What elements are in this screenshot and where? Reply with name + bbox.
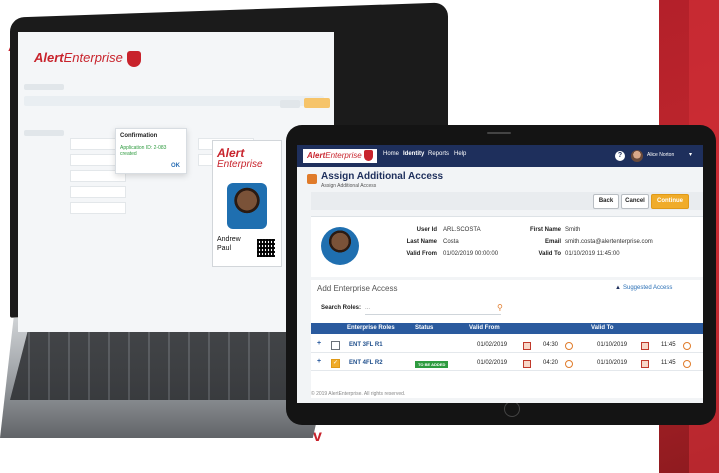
clock-icon[interactable] bbox=[565, 360, 573, 368]
calendar-icon[interactable] bbox=[641, 342, 649, 350]
email-value: smith.costa@alertenterprise.com bbox=[565, 239, 653, 245]
confirmation-dialog: Confirmation Application ID: 2-083 creat… bbox=[115, 128, 187, 174]
clock-icon[interactable] bbox=[565, 342, 573, 350]
shield-icon bbox=[126, 50, 141, 67]
to-date[interactable]: 01/10/2019 bbox=[597, 360, 627, 366]
user-id-value: ARL.SCOSTA bbox=[443, 227, 481, 233]
cancel-button[interactable]: Cancel bbox=[621, 194, 649, 209]
nav-logo[interactable]: AlertEnterprise bbox=[303, 149, 377, 163]
suggested-access-link[interactable]: Suggested Access bbox=[623, 285, 672, 291]
shield-icon bbox=[363, 150, 373, 162]
tablet-home-button[interactable] bbox=[504, 401, 520, 417]
graduation-cap-icon[interactable]: ▲ bbox=[615, 285, 621, 291]
tablet-camera bbox=[487, 132, 511, 134]
nav-identity[interactable]: Identity bbox=[403, 151, 424, 157]
role-name[interactable]: ENT 3FL R1 bbox=[349, 342, 383, 348]
valid-from-label: Valid From bbox=[406, 251, 437, 257]
search-roles-label: Search Roles: bbox=[321, 305, 362, 311]
user-avatar[interactable] bbox=[631, 150, 643, 162]
valid-to-value: 01/10/2019 11:45:00 bbox=[565, 251, 620, 257]
calendar-icon[interactable] bbox=[523, 360, 531, 368]
status-badge: TO BE ADDED bbox=[415, 361, 449, 368]
clock-icon[interactable] bbox=[683, 360, 691, 368]
badge-name: Andrew Paul bbox=[217, 236, 241, 252]
row-checkbox[interactable] bbox=[331, 341, 340, 350]
continue-button[interactable]: Continue bbox=[651, 194, 689, 209]
search-icon[interactable]: ⚲ bbox=[497, 303, 503, 312]
role-name[interactable]: ENT 4FL R2 bbox=[349, 360, 383, 366]
chevron-down-icon[interactable]: ▾ bbox=[689, 151, 692, 158]
col-valid-to[interactable]: Valid To bbox=[591, 325, 614, 331]
question-icon[interactable]: ? bbox=[615, 151, 625, 161]
email-label: Email bbox=[544, 239, 561, 245]
laptop-logo: AlertEnterprise bbox=[34, 50, 141, 67]
col-status[interactable]: Status bbox=[415, 325, 433, 331]
last-name-value: Costa bbox=[443, 239, 459, 245]
clock-icon[interactable] bbox=[683, 342, 691, 350]
valid-from-value: 01/02/2019 00:00:00 bbox=[443, 251, 499, 257]
last-name-label: Last Name bbox=[406, 239, 437, 245]
user-name[interactable]: Alice Norton bbox=[647, 152, 674, 158]
to-date[interactable]: 01/10/2019 bbox=[597, 342, 627, 348]
user-info-panel bbox=[311, 216, 703, 277]
assign-access-icon bbox=[307, 174, 317, 184]
expand-icon[interactable]: + bbox=[317, 358, 321, 365]
col-enterprise-roles[interactable]: Enterprise Roles bbox=[347, 325, 395, 331]
calendar-icon[interactable] bbox=[523, 342, 531, 350]
laptop-keyboard bbox=[10, 330, 310, 400]
to-time[interactable]: 11:45 bbox=[661, 360, 676, 366]
row-checkbox[interactable]: ✓ bbox=[331, 359, 340, 368]
nav-help[interactable]: Help bbox=[454, 151, 466, 157]
page-title: Assign Additional Access bbox=[321, 171, 444, 182]
search-roles-input[interactable] bbox=[365, 302, 501, 315]
badge-photo bbox=[227, 183, 267, 229]
section-title: Add Enterprise Access bbox=[317, 284, 398, 293]
confirmation-title: Confirmation bbox=[120, 133, 158, 139]
to-time[interactable]: 11:45 bbox=[661, 342, 676, 348]
user-photo bbox=[321, 227, 359, 265]
user-id-label: User Id bbox=[416, 227, 437, 233]
calendar-icon[interactable] bbox=[641, 360, 649, 368]
confirmation-message: Application ID: 2-083 created bbox=[120, 145, 167, 157]
col-valid-from[interactable]: Valid From bbox=[469, 325, 500, 331]
expand-icon[interactable]: + bbox=[317, 340, 321, 347]
from-date[interactable]: 01/02/2019 bbox=[477, 360, 507, 366]
from-time[interactable]: 04:20 bbox=[543, 360, 558, 366]
qr-code-icon bbox=[257, 239, 275, 257]
first-name-label: First Name bbox=[529, 227, 561, 233]
valid-to-label: Valid To bbox=[538, 251, 561, 257]
nav-reports[interactable]: Reports bbox=[428, 151, 449, 157]
first-name-value: Smith bbox=[565, 227, 581, 233]
nav-home[interactable]: Home bbox=[383, 151, 399, 157]
id-badge: Alert Enterprise Andrew Paul bbox=[212, 140, 282, 267]
footer-copyright: © 2019 AlertEnterprise. All rights reser… bbox=[311, 391, 406, 397]
page-subtitle: Assign Additional Access bbox=[321, 183, 377, 189]
from-date[interactable]: 01/02/2019 bbox=[477, 342, 507, 348]
from-time[interactable]: 04:30 bbox=[543, 342, 558, 348]
top-navbar: AlertEnterprise Home Identity Reports He… bbox=[297, 145, 703, 167]
back-button[interactable]: Back bbox=[593, 194, 619, 209]
tablet-screen: AlertEnterprise Home Identity Reports He… bbox=[297, 145, 703, 403]
badge-logo: Alert Enterprise bbox=[217, 146, 263, 170]
confirmation-ok-button[interactable]: OK bbox=[171, 163, 180, 169]
